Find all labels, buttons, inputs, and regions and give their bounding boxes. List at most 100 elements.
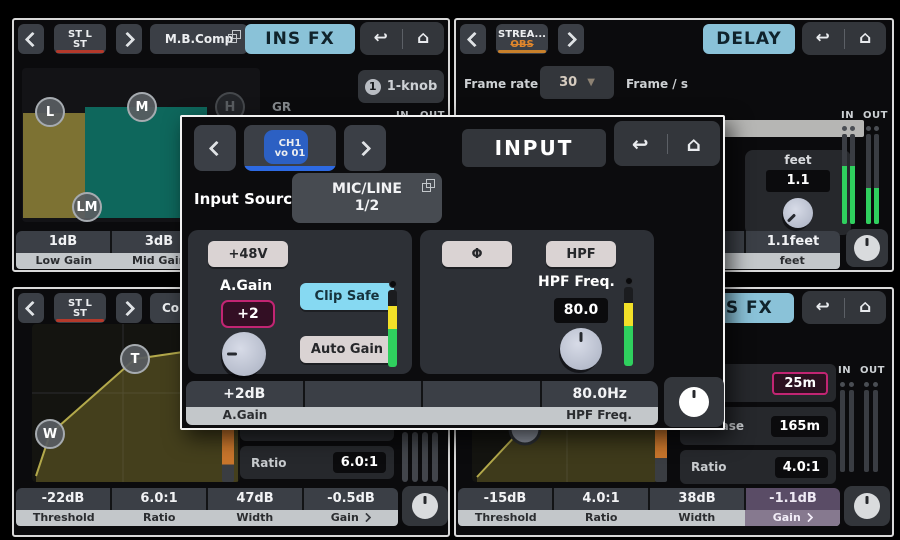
- hpf-param-value[interactable]: 80.0Hz: [542, 381, 659, 407]
- again-knob[interactable]: [222, 332, 266, 376]
- input-popup: CH1 vo 01 INPUT ↩ ⌂ Input Source MIC/LIN…: [180, 115, 725, 430]
- touch-knob-button[interactable]: [844, 486, 890, 526]
- home-icon[interactable]: ⌂: [402, 30, 444, 47]
- back-icon[interactable]: ↩: [614, 134, 667, 154]
- in-meter: [840, 390, 845, 472]
- channel-select-button[interactable]: ST L ST: [54, 24, 106, 54]
- channel-prev-button[interactable]: [18, 293, 44, 323]
- back-icon[interactable]: ↩: [802, 299, 844, 316]
- band-handle-lm[interactable]: LM: [72, 192, 102, 222]
- channel-next-button[interactable]: [116, 24, 142, 54]
- out-label: OUT: [863, 110, 888, 121]
- channel-select-button[interactable]: STREA... OBS: [496, 24, 548, 54]
- copy-icon: [232, 30, 241, 39]
- frame-rate-dropdown[interactable]: 30 ▼: [540, 66, 614, 99]
- phantom-48v-button[interactable]: +48V: [208, 241, 288, 267]
- param-value[interactable]: 1dB: [16, 231, 110, 253]
- phase-button[interactable]: Φ: [442, 241, 512, 267]
- ratio-row-label: Ratio: [251, 456, 286, 470]
- peak-dot: [866, 126, 871, 131]
- feet-value[interactable]: 1.1: [766, 170, 830, 192]
- knob-icon: [412, 493, 438, 519]
- back-icon[interactable]: ↩: [360, 30, 402, 47]
- parameter-strip: -15dB 4.0:1 38dB -1.1dB Threshold Ratio …: [458, 488, 840, 526]
- channel-next-button[interactable]: [558, 24, 584, 54]
- frame-rate-value: 30: [559, 75, 577, 90]
- gain-value-selected[interactable]: -1.1dB: [746, 488, 840, 510]
- peak-dot: [389, 280, 397, 288]
- chevron-right-icon: [356, 140, 372, 156]
- channel-next-button[interactable]: [116, 293, 142, 323]
- touch-knob-button[interactable]: [846, 229, 888, 267]
- band-handle-m[interactable]: M: [127, 92, 157, 122]
- release-value: 165m: [771, 416, 828, 437]
- nav-box: ↩ ⌂: [802, 22, 886, 55]
- peak-dot: [840, 382, 845, 387]
- input-source-label: Input Source: [194, 190, 302, 208]
- touch-knob-button[interactable]: [664, 377, 724, 427]
- ratio-row[interactable]: Ratio 6.0:1: [240, 446, 394, 479]
- clip-safe-button[interactable]: Clip Safe: [300, 283, 394, 310]
- channel-select-button[interactable]: CH1 vo 01: [244, 125, 336, 171]
- ratio-value[interactable]: 4.0:1: [554, 488, 648, 510]
- auto-gain-button[interactable]: Auto Gain: [300, 336, 394, 363]
- width-value[interactable]: 38dB: [650, 488, 744, 510]
- channel-prev-button[interactable]: [194, 125, 236, 171]
- home-icon[interactable]: ⌂: [844, 30, 886, 47]
- band-handle-l[interactable]: L: [35, 97, 65, 127]
- threshold-value[interactable]: -15dB: [458, 488, 552, 510]
- param-value[interactable]: 1.1feet: [746, 231, 840, 253]
- in-meter: [842, 134, 847, 224]
- gain-value[interactable]: -0.5dB: [304, 488, 398, 510]
- meter-bar: [412, 432, 418, 482]
- hpf-freq-knob[interactable]: [560, 328, 602, 370]
- hpf-button[interactable]: HPF: [546, 241, 616, 267]
- parameter-strip: -22dB 6.0:1 47dB -0.5dB Threshold Ratio …: [16, 488, 398, 526]
- hpf-freq-value[interactable]: 80.0: [554, 298, 608, 323]
- input-source-button[interactable]: MIC/LINE 1/2: [292, 173, 442, 223]
- width-value[interactable]: 47dB: [208, 488, 302, 510]
- peak-dot: [842, 126, 847, 131]
- feet-knob[interactable]: [783, 198, 813, 228]
- threshold-value[interactable]: -22dB: [16, 488, 110, 510]
- popup-title: INPUT: [462, 129, 606, 167]
- nav-box: ↩ ⌂: [614, 121, 720, 166]
- channel-prev-button[interactable]: [18, 24, 44, 54]
- chevron-left-icon: [25, 300, 41, 316]
- input-source-line1: MIC/LINE: [332, 181, 402, 199]
- ratio-value[interactable]: 6.0:1: [112, 488, 206, 510]
- channel-prev-button[interactable]: [460, 24, 486, 54]
- screen-title-delay: DELAY: [703, 24, 795, 54]
- knob-icon: [854, 493, 880, 519]
- gain-label: Gain: [303, 510, 399, 526]
- param-value[interactable]: [305, 381, 422, 407]
- width-label: Width: [649, 510, 745, 526]
- home-icon[interactable]: ⌂: [667, 134, 720, 154]
- hpf-group: Φ HPF HPF Freq. 80.0: [420, 230, 654, 374]
- ratio-row[interactable]: Ratio 4.0:1: [680, 450, 836, 484]
- dropdown-arrow-icon: ▼: [587, 77, 595, 88]
- peak-dot: [864, 382, 869, 387]
- touch-knob-button[interactable]: [402, 486, 448, 526]
- input-source-line2: 1/2: [355, 198, 380, 216]
- peak-dot: [849, 382, 854, 387]
- gr-meter: [655, 422, 667, 482]
- fx-preset-button[interactable]: M.B.Comp: [150, 24, 248, 54]
- ratio-label: Ratio: [691, 460, 726, 474]
- ratio-value: 4.0:1: [775, 457, 828, 478]
- out-label: OUT: [860, 365, 885, 376]
- again-value[interactable]: +2: [221, 300, 275, 328]
- channel-select-button[interactable]: ST L ST: [54, 293, 106, 323]
- home-icon[interactable]: ⌂: [844, 299, 886, 316]
- param-label: [422, 407, 540, 425]
- again-param-value[interactable]: +2dB: [186, 381, 303, 407]
- width-handle[interactable]: W: [35, 419, 65, 449]
- out-meter: [874, 134, 879, 224]
- param-value[interactable]: [423, 381, 540, 407]
- again-label: A.Gain: [218, 278, 274, 294]
- back-icon[interactable]: ↩: [802, 30, 844, 47]
- threshold-handle[interactable]: T: [120, 344, 150, 374]
- channel-next-button[interactable]: [344, 125, 386, 171]
- one-knob-button[interactable]: 1 1-knob: [358, 70, 444, 103]
- delay-feet-box: feet 1.1: [745, 150, 851, 235]
